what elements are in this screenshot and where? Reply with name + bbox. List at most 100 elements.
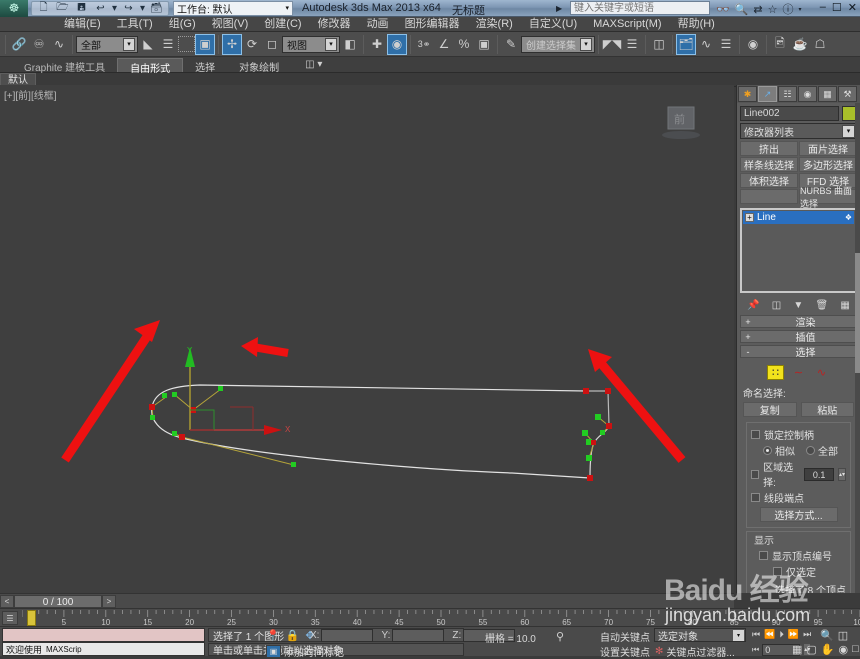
named-selection-set-dropdown[interactable]: 创建选择集 ▾ (521, 35, 595, 53)
snaps-3d-icon[interactable]: 3⚭ (414, 34, 434, 55)
use-pivot-center-icon[interactable]: ◧ (340, 34, 360, 55)
prev-frame-icon[interactable]: ⏪ (764, 629, 775, 640)
exchange-icon[interactable]: ⇄ (753, 3, 762, 16)
viewport-canvas[interactable]: Y X (0, 85, 734, 593)
maxscript-listener-label-row[interactable]: 欢迎使用 MAXScrip (2, 642, 205, 656)
goto-start-icon[interactable]: ⏮ (752, 629, 760, 640)
selected-objects-dropdown[interactable]: 选定对象 ▾ (654, 628, 746, 643)
select-and-move-icon[interactable]: ✢ (222, 33, 242, 55)
undo-dropdown-icon[interactable]: ▾ (111, 1, 118, 16)
rollout-toggle-icon[interactable]: - (741, 347, 755, 357)
key-filters-icon[interactable]: ✻ (655, 646, 663, 657)
menu-item-rendering[interactable]: 渲染(R) (468, 17, 521, 32)
show-vertex-numbers-row[interactable]: 显示顶点编号 (751, 548, 846, 563)
utilities-tab[interactable]: ⚒ (838, 86, 857, 102)
align-icon[interactable]: ☰ (622, 34, 642, 55)
menu-expand-icon[interactable]: ▶ (556, 4, 562, 13)
set-key-button[interactable]: 设置关键点 (600, 644, 650, 659)
next-frame-icon[interactable]: ⏩ (788, 629, 799, 640)
modifier-stack[interactable]: + Line ❖ (740, 208, 857, 293)
ribbon-tab-selection[interactable]: 选择 (183, 58, 227, 74)
key-filters-row[interactable]: ✻ 关键点过滤器... (655, 644, 735, 659)
minimize-button[interactable]: – (820, 1, 826, 14)
help-icon[interactable]: ⓘ (783, 1, 794, 17)
rollout-selection[interactable]: - 选择 (740, 345, 857, 359)
viewcube[interactable]: 前 (658, 103, 704, 143)
auto-key-button[interactable]: 自动关键点 (600, 629, 650, 644)
menu-item-create[interactable]: 创建(C) (256, 17, 309, 32)
area-select-row[interactable]: 区域选择: 0.1 ▴▾ (751, 459, 846, 489)
window-crossing-icon[interactable]: ▣ (195, 33, 215, 55)
zoom-extents-icon[interactable]: ▦ (792, 643, 802, 656)
goto-end-icon[interactable]: ⏭ (803, 629, 811, 640)
ribbon-tab-object-paint[interactable]: 对象绘制 (227, 58, 291, 74)
ribbon-options-icon[interactable]: ◫ ▾ (291, 58, 334, 72)
play-icon[interactable]: ⏵ (779, 629, 784, 640)
next-frame-button[interactable]: > (102, 594, 116, 608)
scrollbar-thumb[interactable] (855, 253, 860, 373)
command-panel-scrollbar[interactable] (855, 103, 860, 593)
modifier-empty-button[interactable] (740, 189, 798, 204)
zoom-all-icon[interactable]: ◫ (838, 629, 848, 642)
segment-end-checkbox[interactable] (751, 493, 760, 502)
edit-named-selection-icon[interactable]: ✎ (501, 34, 521, 55)
chevron-down-icon[interactable]: ▾ (842, 124, 855, 138)
show-end-result-icon[interactable]: ◫ (772, 300, 781, 311)
mirror-icon[interactable]: ◤◥ (602, 34, 622, 55)
prev-frame-button[interactable]: < (0, 594, 14, 608)
help-dropdown-icon[interactable]: ▾ (799, 6, 802, 13)
rollout-toggle-icon[interactable]: + (741, 332, 755, 342)
render-production-icon[interactable]: ☖ (810, 34, 830, 55)
open-mini-curve-editor-icon[interactable]: ☰ (2, 611, 18, 625)
select-by-name-icon[interactable]: ☰ (158, 34, 178, 55)
remove-modifier-icon[interactable]: 🗑 (816, 300, 829, 311)
zoom-icon[interactable]: 🔍 (820, 629, 834, 642)
open-icon[interactable]: 🗁 (54, 1, 71, 16)
add-time-tag-icon[interactable]: ▣ (266, 645, 281, 658)
track-bar-ruler[interactable]: 5101520253035404550556065707580859095100 (22, 609, 860, 627)
alike-radio[interactable] (763, 446, 772, 455)
viewport-front[interactable]: [+][前][线框] Y X 前 (0, 85, 734, 593)
select-object-icon[interactable]: ◣ (138, 34, 158, 55)
ribbon-tab-freeform[interactable]: 自由形式 (117, 58, 184, 75)
reference-coordinate-dropdown[interactable]: 视图 ▾ (282, 35, 340, 53)
modifier-nurbs-select-button[interactable]: NURBS 曲面选择 (799, 186, 857, 209)
pan-icon[interactable]: ✋ (821, 643, 835, 656)
area-select-value[interactable]: 0.1 (804, 467, 834, 481)
show-vertex-numbers-checkbox[interactable] (759, 551, 768, 560)
modifier-spline-select-button[interactable]: 样条线选择 (740, 157, 798, 172)
material-editor-icon[interactable]: ◉ (743, 34, 763, 55)
star-icon[interactable]: ☆ (768, 3, 778, 16)
workspace-selector[interactable]: 工作台: 默认 ▾ (173, 0, 293, 16)
modifier-stack-item-line[interactable]: + Line ❖ (743, 211, 854, 224)
search-icon[interactable]: 🔍 (735, 3, 749, 16)
vertex-icon[interactable]: ∷ (767, 364, 784, 380)
pin-icon[interactable]: 📍 (266, 629, 280, 642)
x-field[interactable] (321, 629, 374, 642)
spline-icon[interactable]: ∿ (813, 365, 830, 380)
render-setup-icon[interactable]: 🖻 (770, 34, 790, 55)
create-tab[interactable]: ✱ (738, 86, 757, 102)
orbit-icon[interactable]: ◉ (839, 643, 849, 656)
menu-item-views[interactable]: 视图(V) (204, 17, 257, 32)
menu-item-help[interactable]: 帮助(H) (670, 17, 723, 32)
redo-dropdown-icon[interactable]: ▾ (139, 1, 146, 16)
copy-button[interactable]: 复制 (743, 402, 797, 417)
app-logo-icon[interactable]: ☸ (0, 0, 28, 17)
maxscript-listener-mini[interactable] (2, 628, 205, 642)
key-mode-icon[interactable]: ⚲ (556, 630, 564, 643)
area-select-spinner[interactable]: ▴▾ (838, 467, 846, 481)
select-region-icon[interactable] (178, 36, 195, 52)
segment-icon[interactable]: ∼ (790, 365, 807, 380)
menu-item-graph-editors[interactable]: 图形编辑器 (397, 17, 468, 32)
modifier-list-dropdown[interactable]: 修改器列表 ▾ (740, 123, 857, 139)
time-slider[interactable]: < 0 / 100 > (0, 593, 734, 608)
chevron-down-icon[interactable]: ▾ (733, 629, 744, 641)
modify-tab[interactable]: ↗ (758, 86, 777, 102)
chevron-down-icon[interactable]: ▾ (123, 37, 135, 51)
y-field[interactable] (392, 629, 445, 642)
menu-item-maxscript[interactable]: MAXScript(M) (585, 17, 669, 32)
rollout-interpolation[interactable]: + 插值 (740, 330, 857, 344)
select-and-rotate-icon[interactable]: ⟳ (242, 34, 262, 55)
track-bar[interactable]: ☰ 5 10 15 20 25 30 35 40 45 50 55 60 65 70 75 80 85 90 95 1… (0, 608, 860, 627)
